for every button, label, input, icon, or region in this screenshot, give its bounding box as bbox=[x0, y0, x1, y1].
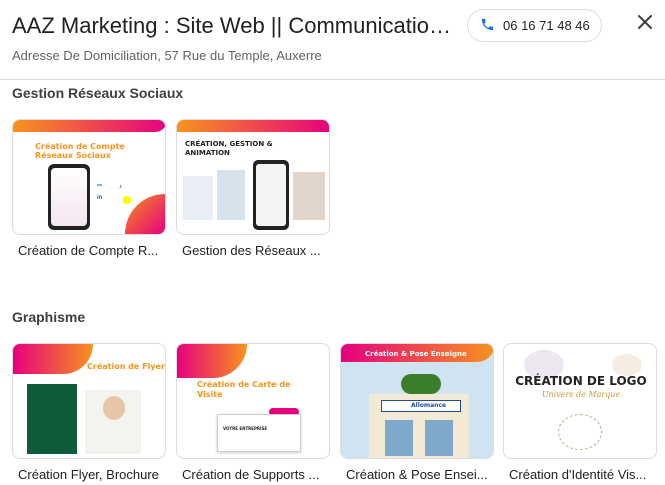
service-label: Création & Pose Ensei... bbox=[346, 467, 488, 482]
phone-number: 06 16 71 48 46 bbox=[503, 18, 590, 33]
facebook-icon: ∞ bbox=[97, 182, 102, 189]
thumb-subtext: Univers de Marque bbox=[541, 390, 621, 399]
service-label: Création de Compte R... bbox=[18, 243, 159, 258]
thumb-caption: Création de Flyer bbox=[87, 362, 165, 371]
linkedin-icon: in bbox=[97, 195, 103, 201]
close-button[interactable] bbox=[633, 12, 657, 36]
section-title-graphisme: Graphisme bbox=[12, 309, 86, 325]
shop-sign: Allomance bbox=[411, 402, 447, 409]
place-address: Adresse De Domiciliation, 57 Rue du Temp… bbox=[12, 48, 322, 63]
service-thumbnail: CRÉATION, GESTION & ANIMATION bbox=[176, 119, 330, 235]
service-thumbnail: Création de Compte Réseaux Sociaux ∞ in … bbox=[12, 119, 166, 235]
service-thumbnail: CRÉATION DE LOGO Univers de Marque bbox=[503, 343, 657, 459]
thumb-caption: CRÉATION DE LOGO bbox=[515, 374, 647, 388]
thumb-caption: Création de Compte Réseaux Sociaux bbox=[35, 142, 125, 160]
tiktok-icon: ♪ bbox=[119, 184, 122, 190]
thumb-caption: Création & Pose Enseigne bbox=[365, 350, 467, 358]
phone-icon bbox=[480, 17, 495, 35]
service-thumbnail: Création de Flyer bbox=[12, 343, 166, 459]
thumb-caption: Création de Carte de Visite bbox=[197, 380, 291, 399]
place-title: AAZ Marketing : Site Web || Communicatio… bbox=[12, 13, 454, 38]
phone-button[interactable]: 06 16 71 48 46 bbox=[467, 9, 602, 42]
service-card[interactable]: CRÉATION DE LOGO Univers de Marque Créat… bbox=[503, 343, 657, 482]
service-card[interactable]: Création de Compte Réseaux Sociaux ∞ in … bbox=[12, 119, 166, 258]
thumb-caption: CRÉATION, GESTION & ANIMATION bbox=[185, 140, 273, 157]
service-card[interactable]: Création & Pose Enseigne Allomance Créat… bbox=[340, 343, 494, 482]
service-card[interactable]: CRÉATION, GESTION & ANIMATION Gestion de… bbox=[176, 119, 330, 258]
service-label: Gestion des Réseaux ... bbox=[182, 243, 321, 258]
place-header: AAZ Marketing : Site Web || Communicatio… bbox=[0, 0, 665, 80]
service-thumbnail: Création & Pose Enseigne Allomance bbox=[340, 343, 494, 459]
card-badge: VOTRE ENTREPRISE bbox=[223, 426, 268, 431]
service-label: Création Flyer, Brochure bbox=[18, 467, 159, 482]
service-label: Création de Supports ... bbox=[182, 467, 320, 482]
service-label: Création d'Identité Vis... bbox=[509, 467, 647, 482]
section-title-social: Gestion Réseaux Sociaux bbox=[12, 85, 184, 101]
close-icon bbox=[637, 14, 653, 35]
snapchat-icon bbox=[123, 196, 131, 204]
service-thumbnail: Création de Carte de Visite VOTRE ENTREP… bbox=[176, 343, 330, 459]
service-card[interactable]: Création de Carte de Visite VOTRE ENTREP… bbox=[176, 343, 330, 482]
service-card[interactable]: Création de Flyer Création Flyer, Brochu… bbox=[12, 343, 166, 482]
